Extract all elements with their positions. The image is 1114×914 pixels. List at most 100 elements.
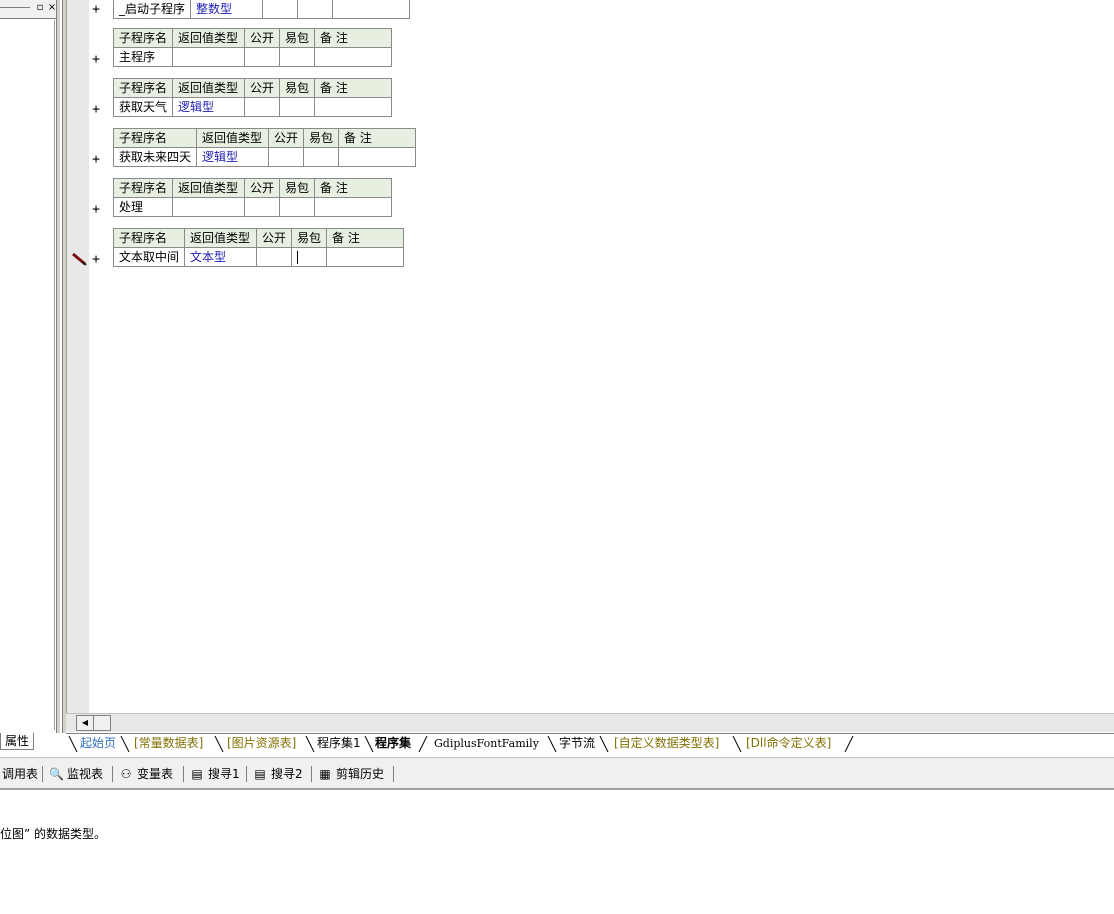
public-cell[interactable] <box>268 147 305 167</box>
header-remark: 备 注 <box>326 228 405 248</box>
tab-clip-history-label: 剪辑历史 <box>336 767 385 781</box>
text-caret <box>297 251 299 264</box>
tab-search-1-label: 搜寻1 <box>208 767 240 781</box>
header-return-type: 返回值类型 <box>172 178 246 198</box>
header-public: 公开 <box>244 28 281 48</box>
tab-start-page[interactable]: 起始页 <box>78 735 118 752</box>
subroutine-table: 子程序名 返回值类型 公开 易包 备 注 获取天气 逻辑型 <box>112 78 393 117</box>
tab-dll-command-table[interactable]: [Dll命令定义表] <box>744 735 833 752</box>
public-cell[interactable] <box>244 47 281 67</box>
output-text: 位图” 的数据类型。 <box>0 827 107 841</box>
tab-gdiplus-font-family[interactable]: GdiplusFontFamily <box>432 735 541 752</box>
header-public: 公开 <box>244 178 281 198</box>
remark-cell[interactable] <box>326 247 405 267</box>
tab-image-resource-table[interactable]: [图片资源表] <box>225 735 298 752</box>
property-panel-body[interactable] <box>0 20 55 730</box>
expand-icon[interactable]: + <box>90 153 102 166</box>
header-public: 公开 <box>244 78 281 98</box>
maximize-icon[interactable]: ▫ <box>34 2 46 14</box>
scroll-thumb[interactable] <box>93 715 111 731</box>
subroutine-name[interactable]: 处理 <box>112 197 174 217</box>
remark-cell[interactable] <box>338 147 417 167</box>
tab-watch-table[interactable]: 🔍 监视表 <box>49 765 103 783</box>
tab-call-table-label: 调用表 <box>2 767 39 781</box>
tab-variable-table[interactable]: ⚇ 变量表 <box>119 765 173 783</box>
expand-icon[interactable]: + <box>90 103 102 116</box>
header-return-type: 返回值类型 <box>184 228 258 248</box>
easy-pack-cell[interactable] <box>303 147 340 167</box>
search-doc-icon: ▤ <box>191 767 203 781</box>
return-type[interactable] <box>172 197 246 217</box>
header-easy-pack: 易包 <box>279 78 316 98</box>
pencil-icon <box>72 252 87 266</box>
subroutine-name[interactable]: _启动子程序 <box>112 0 192 19</box>
header-name: 子程序名 <box>112 78 174 98</box>
subroutine-table: 子程序名 返回值类型 公开 易包 备 注 处理 <box>112 178 393 217</box>
public-cell[interactable] <box>244 97 281 117</box>
tab-watch-table-label: 监视表 <box>67 767 104 781</box>
tab-search-1[interactable]: ▤ 搜寻1 <box>190 765 240 783</box>
easy-pack-cell[interactable] <box>291 247 328 267</box>
magnifier-icon: 🔍 <box>49 767 64 781</box>
public-cell[interactable] <box>262 0 299 19</box>
header-easy-pack: 易包 <box>279 178 316 198</box>
tab-custom-data-type-table[interactable]: [自定义数据类型表] <box>612 735 721 752</box>
tab-constant-table[interactable]: [常量数据表] <box>132 735 205 752</box>
bottom-tool-tabs: 调用表 🔍 监视表 ⚇ 变量表 ▤ 搜寻1 ▤ 搜寻2 ▦ 剪辑历史 <box>0 757 1114 790</box>
horizontal-scrollbar[interactable]: ◀ <box>66 713 1114 732</box>
subroutine-table: 子程序名 返回值类型 公开 易包 备 注 主程序 <box>112 28 393 67</box>
subroutine-name[interactable]: 获取天气 <box>112 97 174 117</box>
subroutine-table: 子程序名 返回值类型 公开 易包 备 注 文本取中间 文本型 <box>112 228 405 267</box>
tab-call-table[interactable]: 调用表 <box>2 765 38 783</box>
easy-pack-cell[interactable] <box>297 0 334 19</box>
header-remark: 备 注 <box>314 178 393 198</box>
expand-icon[interactable]: + <box>90 3 102 16</box>
subroutine-table: 子程序名 返回值类型 公开 易包 备 注 获取未来四天 逻辑型 <box>112 128 417 167</box>
header-name: 子程序名 <box>112 178 174 198</box>
expand-icon[interactable]: + <box>90 253 102 266</box>
editor-gutter <box>66 0 89 713</box>
easy-pack-cell[interactable] <box>279 47 316 67</box>
return-type[interactable]: 逻辑型 <box>172 97 246 117</box>
remark-cell[interactable] <box>314 197 393 217</box>
expand-icon[interactable]: + <box>90 53 102 66</box>
header-return-type: 返回值类型 <box>172 78 246 98</box>
remark-cell[interactable] <box>332 0 411 19</box>
expand-icon[interactable]: + <box>90 203 102 216</box>
tab-program-set-1[interactable]: 程序集1 <box>315 735 363 752</box>
property-panel-titlebar: ▫ × <box>0 0 56 19</box>
document-tab-bar: 起始页 [常量数据表] [图片资源表] 程序集1 程序集 GdiplusFont… <box>66 733 1114 754</box>
return-type[interactable] <box>172 47 246 67</box>
remark-cell[interactable] <box>314 97 393 117</box>
scroll-left-icon[interactable]: ◀ <box>76 715 94 731</box>
public-cell[interactable] <box>244 197 281 217</box>
clipboard-icon: ▦ <box>319 767 331 781</box>
header-remark: 备 注 <box>314 78 393 98</box>
header-name: 子程序名 <box>112 128 198 148</box>
tab-search-2[interactable]: ▤ 搜寻2 <box>253 765 302 783</box>
header-public: 公开 <box>256 228 293 248</box>
header-remark: 备 注 <box>314 28 393 48</box>
tab-clip-history[interactable]: ▦ 剪辑历史 <box>318 765 384 783</box>
return-type[interactable]: 逻辑型 <box>196 147 270 167</box>
header-easy-pack: 易包 <box>303 128 340 148</box>
easy-pack-cell[interactable] <box>279 197 316 217</box>
subroutine-name[interactable]: 主程序 <box>112 47 174 67</box>
subroutine-name[interactable]: 文本取中间 <box>112 247 186 267</box>
tab-byte-stream[interactable]: 字节流 <box>557 735 597 752</box>
return-type[interactable]: 整数型 <box>190 0 264 19</box>
header-remark: 备 注 <box>338 128 417 148</box>
public-cell[interactable] <box>256 247 293 267</box>
header-return-type: 返回值类型 <box>172 28 246 48</box>
property-panel: ▫ × <box>0 0 60 733</box>
tab-properties[interactable]: 属性 <box>0 733 35 750</box>
tab-program-set[interactable]: 程序集 <box>373 735 413 752</box>
subroutine-table: _启动子程序 整数型 <box>112 0 411 19</box>
easy-pack-cell[interactable] <box>279 97 316 117</box>
return-type[interactable]: 文本型 <box>184 247 258 267</box>
header-return-type: 返回值类型 <box>196 128 270 148</box>
search-doc-icon: ▤ <box>254 767 266 781</box>
header-name: 子程序名 <box>112 228 186 248</box>
remark-cell[interactable] <box>314 47 393 67</box>
subroutine-name[interactable]: 获取未来四天 <box>112 147 198 167</box>
